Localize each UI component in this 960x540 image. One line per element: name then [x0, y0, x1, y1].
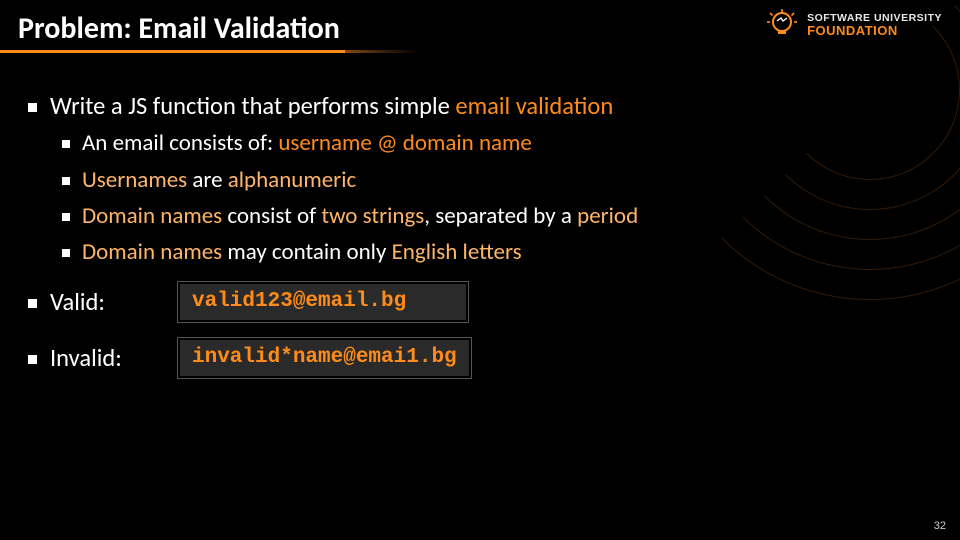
bullet-sub-usernames: Usernames are alphanumeric: [62, 167, 942, 193]
example-invalid-label: Invalid:: [28, 344, 178, 372]
slide-title: Problem: Email Validation: [18, 10, 340, 47]
bullet-sub-domain-english: Domain names may contain only English le…: [62, 239, 942, 265]
bullet-main: Write a JS function that performs simple…: [28, 92, 942, 120]
example-valid: Valid: valid123@email.bg: [28, 282, 942, 322]
brand-logo: SOFTWARE UNIVERSITY FOUNDATION: [765, 8, 942, 42]
example-valid-code: valid123@email.bg: [178, 282, 468, 322]
example-invalid: Invalid: invalid*name@emai1.bg: [28, 338, 942, 378]
logo-line2: FOUNDATION: [807, 24, 942, 38]
lightbulb-icon: [765, 8, 799, 42]
page-number: 32: [934, 520, 946, 532]
title-underline: [0, 50, 960, 53]
bullet-sub-domain-two: Domain names consist of two strings, sep…: [62, 203, 942, 229]
example-invalid-code: invalid*name@emai1.bg: [178, 338, 471, 378]
slide-body: Write a JS function that performs simple…: [18, 78, 942, 382]
bullet-sub-consists: An email consists of: username @ domain …: [62, 130, 942, 156]
example-valid-label: Valid:: [28, 288, 178, 316]
